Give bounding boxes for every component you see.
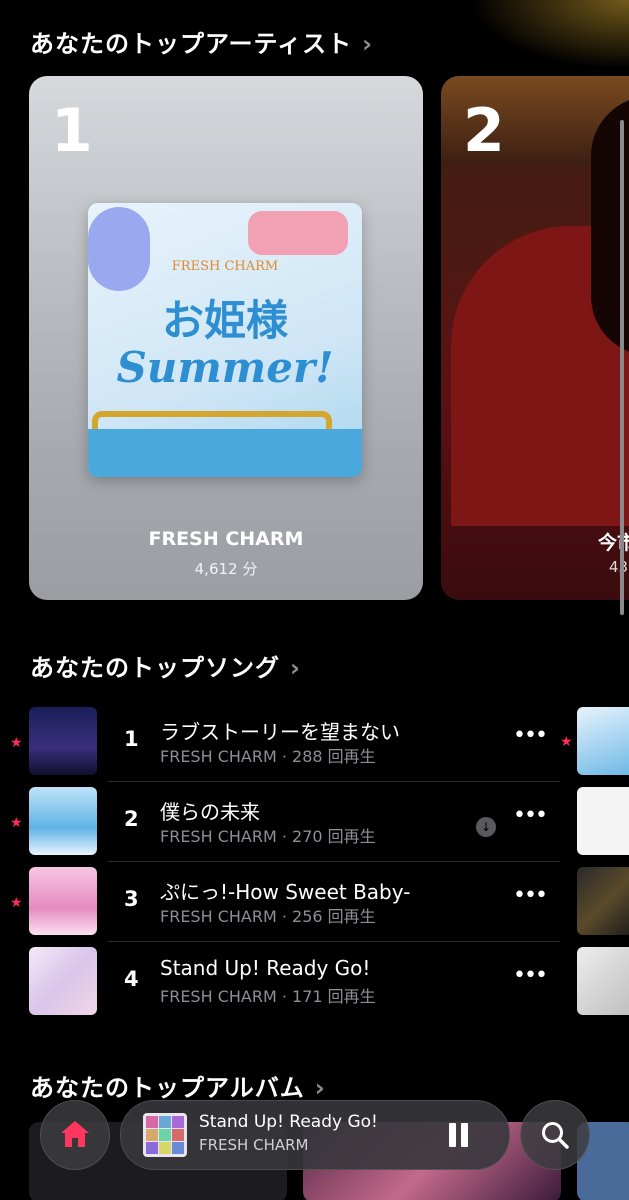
search-button[interactable] bbox=[520, 1100, 590, 1170]
song-title: ぷにっ!-How Sweet Baby- bbox=[160, 880, 411, 904]
top-songs-heading-label: あなたのトップソング bbox=[30, 654, 280, 682]
song-artwork bbox=[29, 707, 97, 775]
artwork-toy-car bbox=[248, 211, 348, 255]
pause-button[interactable] bbox=[447, 1121, 471, 1149]
next-song-artwork[interactable] bbox=[577, 787, 629, 855]
song-rank: 1 bbox=[124, 727, 139, 751]
row-divider bbox=[108, 941, 560, 942]
top-songs-heading[interactable]: あなたのトップソング › bbox=[30, 648, 301, 683]
top-albums-heading[interactable]: あなたのトップアルバム › bbox=[30, 1068, 326, 1103]
artist-card-1[interactable]: 1 FRESH CHARM お姫様 Summer! FRESH CHARM 4,… bbox=[29, 76, 423, 600]
artist-name: 今市 bbox=[598, 532, 629, 554]
chevron-right-icon: › bbox=[314, 1074, 326, 1102]
row-divider bbox=[108, 861, 560, 862]
favorite-star-icon: ★ bbox=[10, 815, 23, 831]
song-title: Stand Up! Ready Go! bbox=[160, 956, 371, 980]
row-divider bbox=[108, 781, 560, 782]
song-title: ラブストーリーを望まない bbox=[160, 720, 400, 744]
artist-rank: 1 bbox=[51, 96, 93, 166]
artwork-logo-text: FRESH CHARM bbox=[171, 259, 279, 274]
scrollbar[interactable] bbox=[620, 120, 624, 615]
chevron-right-icon: › bbox=[290, 654, 301, 682]
now-playing-artwork bbox=[143, 1113, 187, 1157]
artwork-band bbox=[88, 429, 362, 477]
next-song-artwork[interactable] bbox=[577, 867, 629, 935]
song-subtitle: FRESH CHARM · 270 回再生 bbox=[160, 827, 376, 846]
artwork-title: お姫様 bbox=[161, 296, 288, 345]
home-icon bbox=[61, 1121, 89, 1147]
song-subtitle: FRESH CHARM · 171 回再生 bbox=[160, 987, 376, 1006]
apple-music-replay-screen: あなたのトップアーティスト › 1 FRESH CHARM お姫様 Summer!… bbox=[0, 0, 629, 1200]
more-options-icon[interactable]: ••• bbox=[513, 883, 548, 908]
artist-rank: 2 bbox=[463, 96, 505, 166]
search-icon bbox=[542, 1122, 569, 1149]
mini-player[interactable]: Stand Up! Ready Go! FRESH CHARM bbox=[120, 1100, 510, 1170]
downloaded-icon: ↓ bbox=[476, 817, 496, 837]
favorite-star-icon: ★ bbox=[10, 735, 23, 751]
song-row-4[interactable]: 4 Stand Up! Ready Go! FRESH CHARM · 171 … bbox=[0, 947, 570, 1027]
top-albums-heading-label: あなたのトップアルバム bbox=[30, 1074, 305, 1102]
song-rank: 2 bbox=[124, 807, 139, 831]
artist-minutes: 43 bbox=[609, 558, 629, 576]
more-options-icon[interactable]: ••• bbox=[513, 963, 548, 988]
home-button[interactable] bbox=[40, 1100, 110, 1170]
artist-card-2[interactable]: 2 今市 43 bbox=[441, 76, 629, 600]
song-row-2[interactable]: ★ 2 僕らの未来 FRESH CHARM · 270 回再生 ↓ ••• bbox=[0, 787, 570, 867]
song-rank: 3 bbox=[124, 887, 139, 911]
song-row-3[interactable]: ★ 3 ぷにっ!-How Sweet Baby- FRESH CHARM · 2… bbox=[0, 867, 570, 947]
song-title: 僕らの未来 bbox=[160, 800, 260, 824]
top-artists-heading[interactable]: あなたのトップアーティスト › bbox=[30, 24, 373, 59]
artist-name: FRESH CHARM bbox=[148, 528, 304, 550]
favorite-star-icon: ★ bbox=[560, 734, 573, 750]
now-playing-artist: FRESH CHARM bbox=[199, 1136, 309, 1154]
background-glow bbox=[469, 0, 629, 70]
top-artists-heading-label: あなたのトップアーティスト bbox=[30, 30, 353, 58]
artist-minutes: 4,612 分 bbox=[194, 560, 258, 578]
pause-icon bbox=[449, 1123, 456, 1147]
more-options-icon[interactable]: ••• bbox=[513, 723, 548, 748]
song-subtitle: FRESH CHARM · 256 回再生 bbox=[160, 907, 376, 926]
chevron-right-icon: › bbox=[362, 30, 374, 58]
favorite-star-icon: ★ bbox=[10, 895, 23, 911]
more-options-icon[interactable]: ••• bbox=[513, 803, 548, 828]
next-song-artwork[interactable] bbox=[577, 707, 629, 775]
now-playing-title: Stand Up! Ready Go! bbox=[199, 1112, 378, 1132]
next-song-artwork[interactable] bbox=[577, 947, 629, 1015]
song-rank: 4 bbox=[124, 967, 139, 991]
song-subtitle: FRESH CHARM · 288 回再生 bbox=[160, 747, 376, 766]
song-artwork bbox=[29, 867, 97, 935]
song-artwork bbox=[29, 787, 97, 855]
song-row-1[interactable]: ★ 1 ラブストーリーを望まない FRESH CHARM · 288 回再生 •… bbox=[0, 707, 570, 787]
artwork-subtitle: Summer! bbox=[116, 343, 334, 392]
pause-icon bbox=[461, 1123, 468, 1147]
artist-artwork: FRESH CHARM お姫様 Summer! bbox=[88, 203, 362, 477]
song-artwork bbox=[29, 947, 97, 1015]
artwork-scrunchie bbox=[88, 207, 150, 291]
